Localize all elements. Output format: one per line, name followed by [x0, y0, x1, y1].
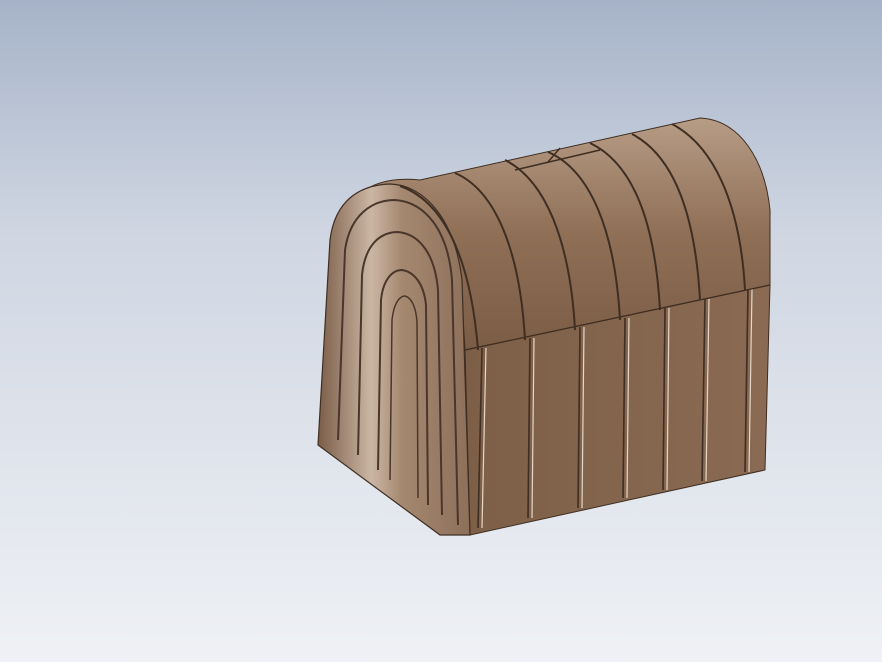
3d-model-view[interactable]: [0, 0, 882, 662]
cad-viewport[interactable]: [0, 0, 882, 662]
